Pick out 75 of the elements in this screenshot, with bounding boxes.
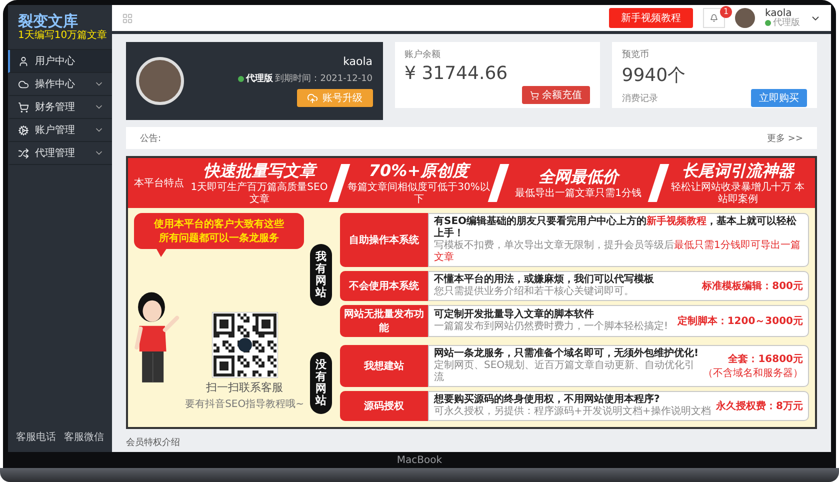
service-price: 全套：16800元 (728, 352, 803, 366)
user-name: kaola (765, 8, 792, 19)
status-dot (238, 76, 244, 82)
service-detail: 您只需提供业务介绍和若干核心关键词即可。 (434, 286, 635, 298)
notification-button[interactable] (703, 8, 725, 28)
cart-icon (18, 102, 29, 112)
feature-title: 快速批量写文章 (203, 161, 316, 182)
service-tag: 不会使用本系统 (340, 271, 428, 301)
qr-code (212, 312, 278, 378)
feature-subtitle: 最低导出一篇文章只需1分钱 (515, 188, 642, 200)
sidebar-item[interactable]: 用户中心 (8, 50, 112, 73)
recharge-button[interactable]: 余额充值 (522, 86, 590, 104)
card-label: 账户余额 (404, 48, 442, 61)
laptop-label: MacBook (396, 454, 442, 466)
feature-subtitle: 轻松让网站收录暴增几十万 本站即案例 (670, 182, 806, 205)
status-dot (765, 20, 771, 26)
feature-title: 长尾词引流神器 (682, 161, 794, 182)
gear-icon (18, 124, 29, 136)
sidebar-item[interactable]: 操作中心 (8, 73, 112, 96)
service-detail: 写模板不扣费，单次导出文章无限制，提升会员等级后最低只需1分钱即可导出一篇文章 (434, 240, 802, 264)
feature-subtitle: 每篇文章间相似度可低于30%以下 (348, 182, 490, 205)
service-price: 标准模板编辑：800元 (702, 280, 803, 293)
user-icon (18, 56, 29, 66)
sidebar-item[interactable]: 财务管理 (8, 96, 112, 119)
brand-slogan: 1天编写10万篇文章 (18, 30, 108, 41)
feature-title: 70%+原创度 (368, 161, 469, 182)
service-price: 永久授权费：8万元 (716, 399, 803, 413)
service-detail: 一篇篇发布到网站仍然费时费力，一个脚本轻松搞定! (434, 321, 670, 333)
balance-amount: ¥ 31744.66 (404, 63, 509, 84)
service-tag: 源码授权 (340, 391, 428, 421)
speech-text: 所有问题都可以一条龙服务 (159, 232, 279, 245)
section-title: 会员特权介绍 (126, 436, 181, 449)
service-title: 可定制开发批量导入文章的脚本软件 (434, 309, 595, 320)
price-note: （不含域名和服务器） (703, 366, 803, 380)
brand-name: 裂变文库 (18, 13, 78, 30)
service-tag: 自助操作本系统 (340, 213, 428, 267)
service-detail: 定制网页、SEO规划、近百万篇文章自动更新、自动优化引流 (434, 360, 696, 384)
service-tag: 网站无批量发布功能 (340, 305, 428, 337)
avatar (136, 57, 184, 105)
service-title: 想要购买源码的终身使用权，不用网站使用本程序? (434, 394, 661, 406)
more-link[interactable]: 更多 >> (767, 132, 803, 144)
profile-name: kaola (343, 55, 373, 68)
avatar[interactable] (735, 8, 755, 28)
coin-amount: 9940个 (622, 64, 687, 87)
consumption-record-link[interactable]: 消费记录 (622, 92, 658, 104)
notification-badge: 1 (720, 6, 732, 18)
sidebar-item[interactable]: 账户管理 (8, 119, 112, 142)
cloud-icon (18, 78, 29, 90)
sidebar-footer-link[interactable]: 客服微信 (64, 430, 104, 444)
sidebar-item[interactable]: 代理管理 (8, 142, 112, 165)
expiry-date: 到期时间：2021-12-10 (275, 72, 373, 85)
bell-icon (710, 13, 718, 23)
cart-icon (530, 90, 539, 100)
qr-note: 要有抖音SEO指导教程哦~ (185, 398, 304, 411)
feature-subtitle: 1天即可生产百万篇高质量SEO文章 (190, 182, 329, 205)
speech-text: 使用本平台的客户大致有这些 (154, 217, 284, 231)
profile-role: 代理版 (246, 72, 274, 85)
service-title: 不懂本平台的用法，或嫌麻烦，我们可以代写模板 (434, 274, 655, 286)
sidebar-footer-link[interactable]: 客服电话 (16, 430, 56, 444)
card-label: 预览币 (622, 48, 650, 61)
group-pill: 没有网站 (310, 352, 332, 414)
service-title: 有SEO编辑基础的朋友只要看完用户中心上方的新手视频教程，基本上就可以轻松上手！ (434, 216, 798, 240)
notice-label: 公告: (140, 132, 162, 144)
service-title: 网站一条龙服务，只需准备个域名即可，无须外包维护优化! (434, 348, 699, 360)
shuffle-icon (18, 148, 29, 158)
feature-title: 全网最低价 (538, 166, 618, 188)
service-tag: 我想建站 (340, 345, 428, 387)
user-role: 代理版 (773, 18, 800, 28)
cloud-upload-icon (306, 92, 318, 104)
service-price: 定制脚本：1200～3000元 (677, 314, 803, 328)
banner-intro: 本平台特点 (134, 176, 184, 190)
service-detail: 可永久授权，另提供：程序源码+开发说明文档+操作说明文档 (434, 406, 712, 418)
qr-caption: 扫一扫联系客服 (206, 380, 284, 395)
tutorial-button[interactable]: 新手视频教程 (609, 8, 693, 28)
group-pill: 我有网站 (310, 244, 332, 306)
